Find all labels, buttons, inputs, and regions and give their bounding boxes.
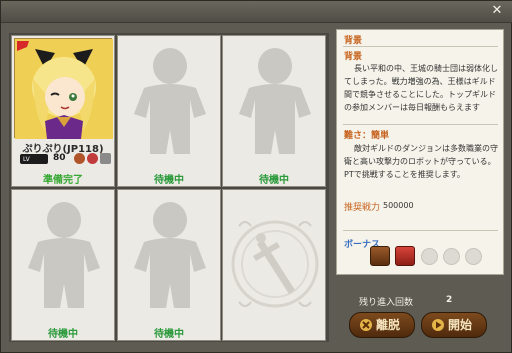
empty-slot-silhouette-icon bbox=[134, 48, 206, 154]
player-level-row: LV 80 bbox=[20, 153, 111, 165]
start-button[interactable]: 開始 bbox=[421, 312, 487, 338]
leave-button-label: 離脱 bbox=[376, 318, 401, 332]
dungeon-info-panel: 背景 背景 長い平和の中、王城の騎士団は弱体化してしまった。戦力増強の為、王様は… bbox=[336, 29, 504, 275]
slot-status: 待機中 bbox=[154, 329, 184, 340]
start-button-label: 開始 bbox=[448, 318, 473, 332]
panel-title: 背景 bbox=[344, 36, 363, 46]
recommended-power-label: 推奨戦力 bbox=[344, 203, 381, 213]
party-slot-2[interactable]: 待機中 bbox=[117, 35, 221, 187]
party-slot-3[interactable]: 待機中 bbox=[222, 35, 326, 187]
remaining-entries-value: 2 bbox=[446, 295, 453, 305]
empty-slot-silhouette-icon bbox=[239, 48, 311, 154]
background-text: 長い平和の中、王城の騎士団は弱体化してしまった。戦力増強の為、王様はギルド間で競… bbox=[344, 64, 498, 112]
party-slot-locked bbox=[222, 189, 326, 341]
empty-slot-silhouette-icon bbox=[134, 202, 206, 308]
leave-icon bbox=[360, 319, 372, 331]
dungeon-party-window: ✕ ぷりぷり(JP118) LV 80 準備完了 待機中 待機中 待機中 待機中… bbox=[0, 0, 512, 353]
background-heading: 背景 bbox=[344, 52, 363, 62]
panel-divider bbox=[343, 46, 498, 47]
slot-status: 準備完了 bbox=[43, 175, 83, 186]
player-level: 80 bbox=[53, 153, 66, 163]
rank-medal-icon bbox=[87, 153, 98, 164]
locked-seal-icon bbox=[231, 220, 319, 308]
remaining-entries-label: 残り進入回数 bbox=[359, 298, 414, 308]
party-slot-1[interactable]: ぷりぷり(JP118) LV 80 準備完了 bbox=[11, 35, 115, 187]
guild-emblem-icon bbox=[74, 153, 85, 164]
difficulty-text: 敵対ギルドのダンジョンは多数職業の守衛と高い攻撃力のロボットが守っている。PTで… bbox=[344, 144, 498, 179]
recommended-power-value: 500000 bbox=[383, 201, 414, 210]
level-badge: LV bbox=[20, 154, 48, 164]
party-slot-4[interactable]: 待機中 bbox=[11, 189, 115, 341]
bonus-empty-slot bbox=[421, 248, 438, 265]
bonus-empty-slot bbox=[465, 248, 482, 265]
slot-status: 待機中 bbox=[154, 175, 184, 186]
party-slot-5[interactable]: 待機中 bbox=[117, 189, 221, 341]
start-icon bbox=[432, 319, 444, 331]
bonus-box-icon[interactable] bbox=[395, 246, 415, 266]
difficulty-heading: 難さ：簡単 bbox=[344, 131, 390, 141]
slot-status: 待機中 bbox=[48, 329, 78, 340]
bonus-chest-icon[interactable] bbox=[370, 246, 390, 266]
panel-divider bbox=[343, 230, 498, 231]
slot-status: 待機中 bbox=[259, 175, 289, 186]
window-titlebar[interactable]: ✕ bbox=[1, 1, 512, 23]
empty-slot-silhouette-icon bbox=[28, 202, 100, 308]
bonus-empty-slot bbox=[443, 248, 460, 265]
close-icon[interactable]: ✕ bbox=[490, 4, 504, 18]
player-portrait bbox=[14, 38, 113, 139]
leave-button[interactable]: 離脱 bbox=[349, 312, 415, 338]
character-avatar-icon bbox=[15, 39, 113, 139]
tools-icon bbox=[100, 153, 111, 164]
panel-divider bbox=[343, 124, 498, 125]
